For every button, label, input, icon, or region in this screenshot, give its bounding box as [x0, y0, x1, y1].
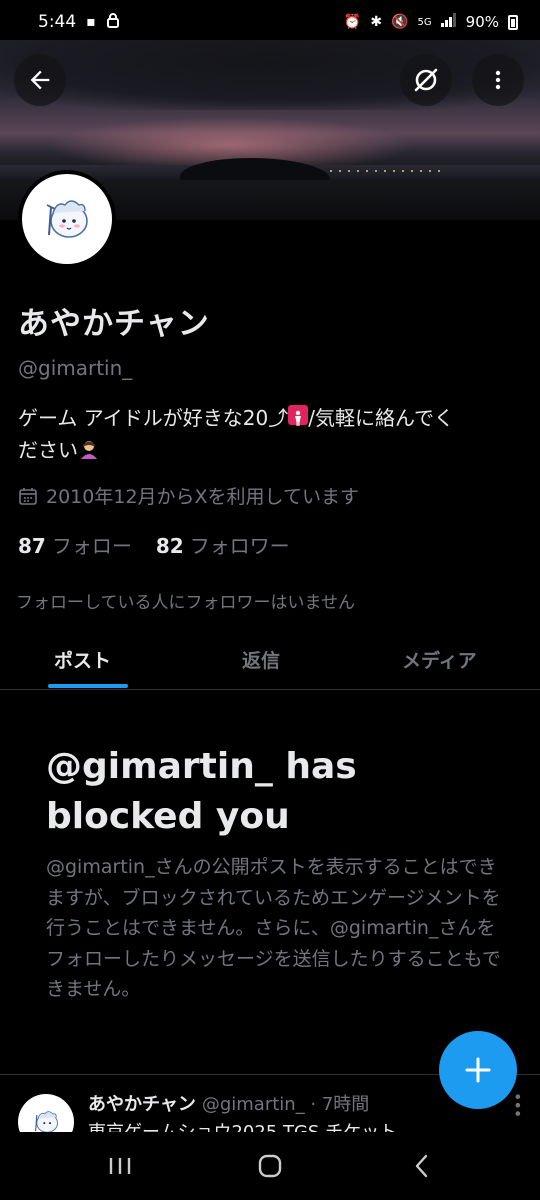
status-time: 5:44 — [38, 12, 77, 32]
system-back-button[interactable] — [392, 1148, 452, 1184]
profile-tabs: ポスト 返信 メディア — [0, 632, 540, 690]
bio-text-3: ださい — [18, 438, 78, 462]
post-handle-time: @gimartin_ · 7時間 — [201, 1094, 370, 1115]
profile-handle: @gimartin_ — [18, 356, 133, 380]
following-label: フォロー — [51, 534, 132, 558]
arrow-left-icon — [30, 70, 50, 90]
network-type: 5G — [417, 16, 432, 28]
status-bar: 5:44 ▪ ⏰ ✱ 🔇 5G 90% — [0, 0, 540, 44]
followers-label: フォロワー — [189, 534, 290, 558]
home-icon — [258, 1154, 282, 1178]
person-bowing-emoji-icon — [78, 437, 100, 459]
bio-text-1: ゲーム アイドルが好きな20⤴ — [18, 406, 289, 430]
post-more-icon[interactable]: ••• — [508, 1092, 527, 1117]
back-button[interactable] — [14, 54, 66, 106]
womens-restroom-emoji-icon — [288, 405, 309, 426]
joined-date: 2010年12月からXを利用しています — [18, 482, 359, 509]
bluetooth-icon: ✱ — [370, 14, 383, 30]
grok-button[interactable] — [400, 54, 452, 106]
post-author-name: あやかチャン — [88, 1094, 196, 1115]
profile-avatar[interactable] — [18, 170, 116, 268]
active-tab-indicator — [48, 684, 128, 688]
alarm-icon: ⏰ — [343, 14, 362, 30]
joined-text: 2010年12月からXを利用しています — [46, 486, 359, 508]
calendar-icon — [19, 487, 37, 505]
signal-icon — [440, 13, 457, 31]
compose-button[interactable] — [439, 1031, 517, 1109]
grok-icon — [414, 68, 438, 92]
battery-level: 90% — [465, 13, 499, 31]
bio-text-2: /気軽に絡んでく — [308, 406, 454, 430]
following-link[interactable]: 87 フォロー — [18, 530, 132, 559]
sim-card-icon: ▪ — [86, 14, 96, 30]
blocked-title: @gimartin_ has blocked you — [46, 746, 357, 837]
system-nav-bar — [0, 1132, 540, 1200]
home-button[interactable] — [240, 1148, 300, 1184]
tab-replies[interactable]: 返信 — [242, 646, 280, 673]
recent-apps-button[interactable] — [90, 1148, 150, 1184]
recent-apps-icon — [109, 1158, 131, 1174]
follow-stats: 87 フォロー 82 フォロワー — [18, 530, 290, 559]
followers-link[interactable]: 82 フォロワー — [156, 530, 290, 559]
profile-bio: ゲーム アイドルが好きな20⤴ /気軽に絡んでく ださい — [18, 402, 523, 466]
more-options-button[interactable] — [472, 54, 524, 106]
profile-display-name: あやかチャン — [18, 306, 210, 342]
blocked-description: @gimartin_さんの公開ポストを表示することはできますが、ブロックされてい… — [46, 856, 501, 1000]
tab-posts[interactable]: ポスト — [54, 646, 111, 673]
tab-media[interactable]: メディア — [402, 646, 477, 673]
following-count: 87 — [18, 534, 46, 558]
post-text[interactable]: 東京ゲームショウ2025 TGS チケット — [88, 1118, 397, 1132]
more-vertical-icon — [495, 70, 501, 90]
plus-icon — [465, 1057, 491, 1083]
mute-icon: 🔇 — [391, 14, 409, 30]
lock-icon — [106, 12, 120, 32]
battery-icon — [508, 14, 518, 30]
mutual-followers-note: フォローしている人にフォロワーはいません — [16, 593, 355, 613]
followers-count: 82 — [155, 534, 184, 558]
post-header: あやかチャン @gimartin_ · 7時間 — [88, 1090, 369, 1116]
character-avatar-image — [46, 200, 88, 238]
chevron-left-icon — [415, 1154, 428, 1178]
